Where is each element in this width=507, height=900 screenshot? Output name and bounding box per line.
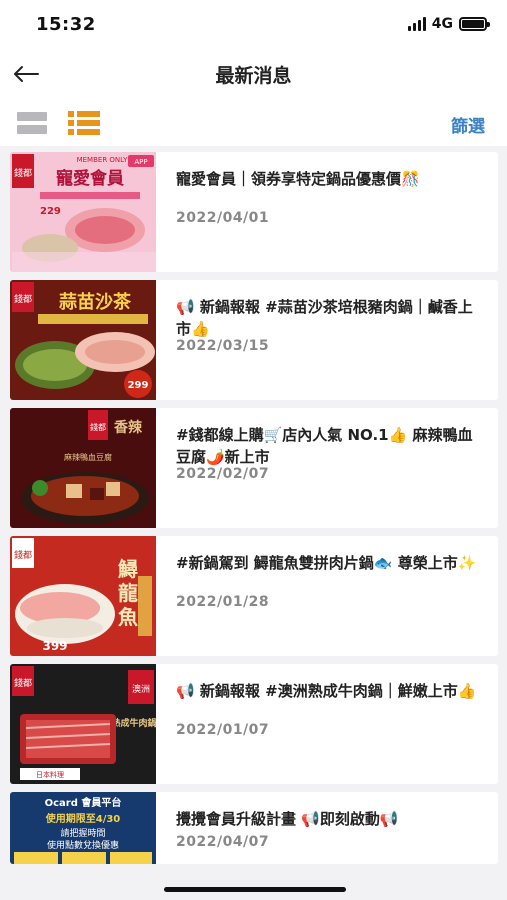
news-thumbnail: Ocard 會員平台 使用期限至4/30 請把握時間 使用點數兌換優惠 bbox=[10, 792, 156, 864]
home-indicator[interactable] bbox=[164, 887, 346, 892]
thumb-price: 399 bbox=[42, 639, 67, 653]
news-date: 2022/04/07 bbox=[176, 834, 270, 850]
news-title: 寵愛會員｜領券享特定鍋品優惠價🎊 bbox=[176, 170, 420, 188]
thumb-title: 麻辣鴨血豆腐 bbox=[64, 452, 112, 462]
news-title: 📢 新鍋報報 #澳洲熟成牛肉鍋｜鮮嫩上市👍 bbox=[176, 682, 477, 700]
filter-button[interactable]: 篩選 bbox=[451, 112, 485, 137]
battery-icon bbox=[459, 17, 490, 31]
svg-text:澳洲: 澳洲 bbox=[132, 683, 150, 695]
news-item[interactable]: 錢都 鱘 龍 魚 399 #新鍋駕到 鱘龍魚雙拼肉片鍋🐟 尊榮上市✨ 2022/… bbox=[10, 536, 498, 656]
network-label: 4G bbox=[431, 16, 453, 32]
home-bar bbox=[0, 874, 507, 900]
svg-text:錢都: 錢都 bbox=[14, 167, 32, 179]
news-info: #錢都線上購🛒店內人氣 NO.1👍 麻辣鴨血豆腐🌶️新上市 2022/02/07 bbox=[156, 408, 498, 528]
news-date: 2022/03/15 bbox=[176, 338, 270, 354]
list-view-button[interactable] bbox=[68, 111, 100, 135]
news-thumbnail: 錢都 香辣 麻辣鴨血豆腐 bbox=[10, 408, 156, 528]
signal-icon bbox=[407, 17, 426, 31]
news-thumbnail: 錢都 MEMBER ONLY APP 寵愛會員 229 bbox=[10, 152, 156, 272]
nav-bar: 最新消息 bbox=[0, 48, 507, 100]
status-indicators: 4G bbox=[407, 16, 490, 32]
news-item[interactable]: 錢都 香辣 麻辣鴨血豆腐 #錢都線上購🛒店內人氣 NO.1👍 麻辣鴨血豆腐🌶️新… bbox=[10, 408, 498, 528]
list-view-icon bbox=[68, 111, 100, 135]
news-info: #新鍋駕到 鱘龍魚雙拼肉片鍋🐟 尊榮上市✨ 2022/01/28 bbox=[156, 536, 498, 656]
news-info: 寵愛會員｜領券享特定鍋品優惠價🎊 2022/04/01 bbox=[156, 152, 498, 272]
grid-view-button[interactable] bbox=[17, 112, 47, 134]
news-item[interactable]: Ocard 會員平台 使用期限至4/30 請把握時間 使用點數兌換優惠 攪攪會員… bbox=[10, 792, 498, 864]
svg-text:魚: 魚 bbox=[118, 605, 138, 629]
thumb-badge: 使用期限至4/30 bbox=[45, 812, 121, 825]
news-title: #錢都線上購🛒店內人氣 NO.1👍 麻辣鴨血豆腐🌶️新上市 bbox=[176, 426, 473, 466]
thumb-price: 229 bbox=[40, 206, 61, 217]
thumb-title: 熟成牛肉鍋 bbox=[111, 717, 156, 729]
news-title: 攪攪會員升級計畫 📢即刻啟動📢 bbox=[176, 810, 399, 828]
news-info: 攪攪會員升級計畫 📢即刻啟動📢 2022/04/07 bbox=[156, 792, 498, 864]
news-title: 📢 新鍋報報 #蒜苗沙茶培根豬肉鍋｜鹹香上市👍 bbox=[176, 298, 473, 338]
svg-text:香辣: 香辣 bbox=[113, 419, 143, 436]
news-thumbnail: 錢都 鱘 龍 魚 399 bbox=[10, 536, 156, 656]
news-thumbnail: 錢都 蒜苗沙茶 299 bbox=[10, 280, 156, 400]
news-info: 📢 新鍋報報 #蒜苗沙茶培根豬肉鍋｜鹹香上市👍 2022/03/15 bbox=[156, 280, 498, 400]
status-time: 15:32 bbox=[36, 14, 96, 35]
grid-view-icon bbox=[17, 112, 47, 121]
news-info: 📢 新鍋報報 #澳洲熟成牛肉鍋｜鮮嫩上市👍 2022/01/07 bbox=[156, 664, 498, 784]
news-item[interactable]: 錢都 澳洲 熟成牛肉鍋 日本料理 📢 新鍋報報 #澳洲熟成牛肉鍋｜鮮嫩上市👍 2… bbox=[10, 664, 498, 784]
svg-text:日本料理: 日本料理 bbox=[36, 770, 64, 779]
svg-text:錢都: 錢都 bbox=[14, 549, 32, 561]
svg-text:請把握時間: 請把握時間 bbox=[60, 827, 105, 839]
svg-text:錢都: 錢都 bbox=[14, 293, 32, 305]
news-date: 2022/04/01 bbox=[176, 210, 270, 226]
svg-text:錢都: 錢都 bbox=[14, 677, 32, 689]
news-title: #新鍋駕到 鱘龍魚雙拼肉片鍋🐟 尊榮上市✨ bbox=[176, 554, 477, 572]
svg-text:鱘: 鱘 bbox=[117, 557, 138, 581]
news-list: 錢都 MEMBER ONLY APP 寵愛會員 229 寵愛會員｜領券享特定鍋品… bbox=[10, 152, 498, 864]
svg-text:使用點數兌換優惠: 使用點數兌換優惠 bbox=[47, 839, 119, 851]
news-date: 2022/01/07 bbox=[176, 722, 270, 738]
svg-text:錢都: 錢都 bbox=[90, 422, 106, 432]
news-item[interactable]: 錢都 蒜苗沙茶 299 📢 新鍋報報 #蒜苗沙茶培根豬肉鍋｜鹹香上市👍 2022… bbox=[10, 280, 498, 400]
thumb-title: Ocard 會員平台 bbox=[45, 796, 122, 809]
page-title: 最新消息 bbox=[215, 65, 292, 87]
toolbar: 篩選 bbox=[0, 100, 507, 146]
news-thumbnail: 錢都 澳洲 熟成牛肉鍋 日本料理 bbox=[10, 664, 156, 784]
thumb-title: 蒜苗沙茶 bbox=[59, 291, 132, 313]
svg-text:龍: 龍 bbox=[118, 581, 138, 605]
svg-text:APP: APP bbox=[134, 158, 147, 166]
thumb-title: 寵愛會員 bbox=[56, 168, 124, 189]
news-date: 2022/02/07 bbox=[176, 466, 270, 482]
thumb-price: 299 bbox=[128, 380, 149, 391]
news-date: 2022/01/28 bbox=[176, 594, 270, 610]
news-item[interactable]: 錢都 MEMBER ONLY APP 寵愛會員 229 寵愛會員｜領券享特定鍋品… bbox=[10, 152, 498, 272]
status-bar: 15:32 4G bbox=[0, 0, 507, 48]
thumb-badge: MEMBER ONLY bbox=[77, 156, 129, 164]
